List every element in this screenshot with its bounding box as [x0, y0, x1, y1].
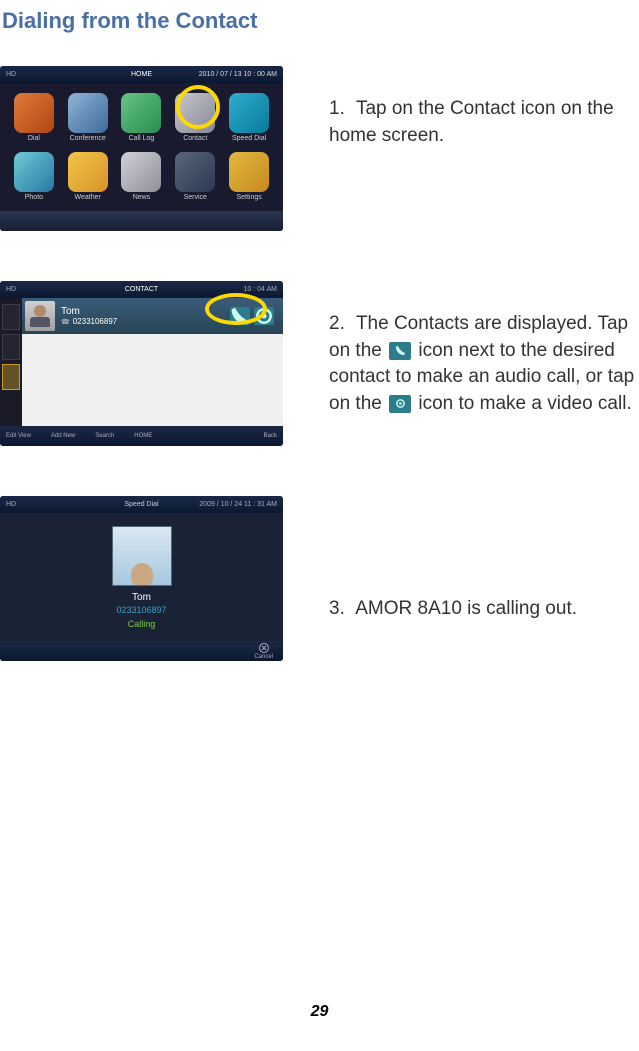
cancel-button[interactable]: Cancel: [254, 643, 273, 660]
cancel-label: Cancel: [254, 654, 273, 660]
ss2-sidebar: [0, 298, 22, 426]
bottom-home[interactable]: HOME: [134, 433, 152, 439]
screenshot-contacts: HD CONTACT 10 : 04 AM Tom 0233106897: [0, 281, 283, 446]
contact-row[interactable]: Tom 0233106897: [22, 298, 283, 334]
step-3-row: HD Speed Dial 2009 / 10 / 24 11 : 31 AM …: [0, 496, 639, 661]
tile-label: Weather: [75, 194, 101, 201]
step-1-text: 1. Tap on the Contact icon on the home s…: [329, 66, 639, 149]
screenshot-calling: HD Speed Dial 2009 / 10 / 24 11 : 31 AM …: [0, 496, 283, 661]
page-title: Dialing from the Contact: [2, 8, 639, 34]
service-icon: [175, 152, 215, 192]
step-2-number: 2.: [329, 311, 351, 338]
hd-badge-icon: HD: [6, 501, 16, 508]
video-call-button[interactable]: [254, 307, 274, 325]
sidebar-item-3[interactable]: [2, 364, 20, 390]
step-3-body: AMOR 8A10 is calling out.: [355, 598, 577, 619]
screenshot-home: HD HOME 2010 / 07 / 13 10 : 00 AM Dial Co…: [0, 66, 283, 231]
phone-icon: [230, 306, 250, 326]
sidebar-item-2[interactable]: [2, 334, 20, 360]
avatar: [112, 526, 172, 586]
ss2-header-center: CONTACT: [125, 286, 158, 293]
step-3-text: 3. AMOR 8A10 is calling out.: [329, 496, 577, 623]
step-3-number: 3.: [329, 596, 351, 623]
ss2-body: Tom 0233106897: [0, 298, 283, 426]
step-1-number: 1.: [329, 96, 351, 123]
page-number: 29: [311, 1003, 329, 1021]
news-icon: [121, 152, 161, 192]
ss2-header-right: 10 : 04 AM: [244, 286, 277, 293]
bottom-back[interactable]: Back: [264, 433, 277, 439]
step-1-row: HD HOME 2010 / 07 / 13 10 : 00 AM Dial Co…: [0, 66, 639, 231]
dial-icon: [14, 93, 54, 133]
tile-label: Call Log: [129, 135, 155, 142]
step-2-part3: icon to make a video call.: [418, 393, 631, 414]
call-log-icon: [121, 93, 161, 133]
home-tile-dial[interactable]: Dial: [10, 91, 58, 144]
home-tile-photo[interactable]: Photo: [10, 150, 58, 203]
tile-label: Service: [184, 194, 207, 201]
home-grid: Dial Conference Call Log Contact Speed Dial P…: [0, 83, 283, 211]
audio-call-button[interactable]: [230, 307, 250, 325]
ss3-header: HD Speed Dial 2009 / 10 / 24 11 : 31 AM: [0, 496, 283, 513]
avatar: [25, 301, 55, 331]
home-tile-speed-dial[interactable]: Speed Dial: [225, 91, 273, 144]
tile-label: Dial: [28, 135, 40, 142]
step-1-body: Tap on the Contact icon on the home scre…: [329, 98, 614, 146]
contact-actions: [230, 307, 274, 325]
tile-label: News: [133, 194, 151, 201]
step-2-text: 2. The Contacts are displayed. Tap on th…: [329, 281, 639, 417]
home-tile-news[interactable]: News: [118, 150, 166, 203]
ss1-header-center: HOME: [131, 71, 152, 78]
bottom-search[interactable]: Search: [95, 433, 114, 439]
contact-name: Tom: [61, 306, 230, 317]
home-tile-settings[interactable]: Settings: [225, 150, 273, 203]
ss3-header-center: Speed Dial: [124, 501, 158, 508]
tile-label: Conference: [70, 135, 106, 142]
ss3-body: Tom 0233106897 Calling: [0, 513, 283, 641]
bottom-editview[interactable]: Edit View: [6, 433, 31, 439]
tile-label: Settings: [236, 194, 261, 201]
cancel-icon: [259, 643, 269, 653]
home-tile-weather[interactable]: Weather: [64, 150, 112, 203]
contact-icon: [175, 93, 215, 133]
ss3-bottom-bar: Cancel: [0, 641, 283, 661]
step-2-row: HD CONTACT 10 : 04 AM Tom 0233106897: [0, 281, 639, 446]
ss1-header-right: 2010 / 07 / 13 10 : 00 AM: [199, 71, 277, 78]
ss1-bottom-bar: [0, 211, 283, 231]
tile-label: Contact: [183, 135, 207, 142]
calling-status: Calling: [128, 619, 156, 629]
camera-icon: [254, 306, 274, 326]
ss1-header-left: HD: [6, 71, 16, 78]
home-tile-call-log[interactable]: Call Log: [118, 91, 166, 144]
ss1-header: HD HOME 2010 / 07 / 13 10 : 00 AM: [0, 66, 283, 83]
contact-number: 0233106897: [61, 317, 230, 326]
sidebar-item-1[interactable]: [2, 304, 20, 330]
weather-icon: [68, 152, 108, 192]
home-tile-contact[interactable]: Contact: [171, 91, 219, 144]
tile-label: Photo: [25, 194, 43, 201]
hd-badge-icon: HD: [6, 286, 16, 293]
contact-info: Tom 0233106897: [61, 306, 230, 326]
ss2-bottom-bar: Edit View Add New Search HOME Back: [0, 426, 283, 446]
calling-name: Tom: [132, 592, 151, 603]
phone-icon: [389, 342, 411, 360]
settings-icon: [229, 152, 269, 192]
photo-icon: [14, 152, 54, 192]
conference-icon: [68, 93, 108, 133]
camera-icon: [389, 395, 411, 413]
speed-dial-icon: [229, 93, 269, 133]
ss2-main: Tom 0233106897: [22, 298, 283, 426]
ss3-header-right: 2009 / 10 / 24 11 : 31 AM: [199, 501, 277, 508]
bottom-addnew[interactable]: Add New: [51, 433, 75, 439]
calling-number: 0233106897: [116, 605, 166, 615]
home-tile-service[interactable]: Service: [171, 150, 219, 203]
ss2-header: HD CONTACT 10 : 04 AM: [0, 281, 283, 298]
tile-label: Speed Dial: [232, 135, 266, 142]
home-tile-conference[interactable]: Conference: [64, 91, 112, 144]
